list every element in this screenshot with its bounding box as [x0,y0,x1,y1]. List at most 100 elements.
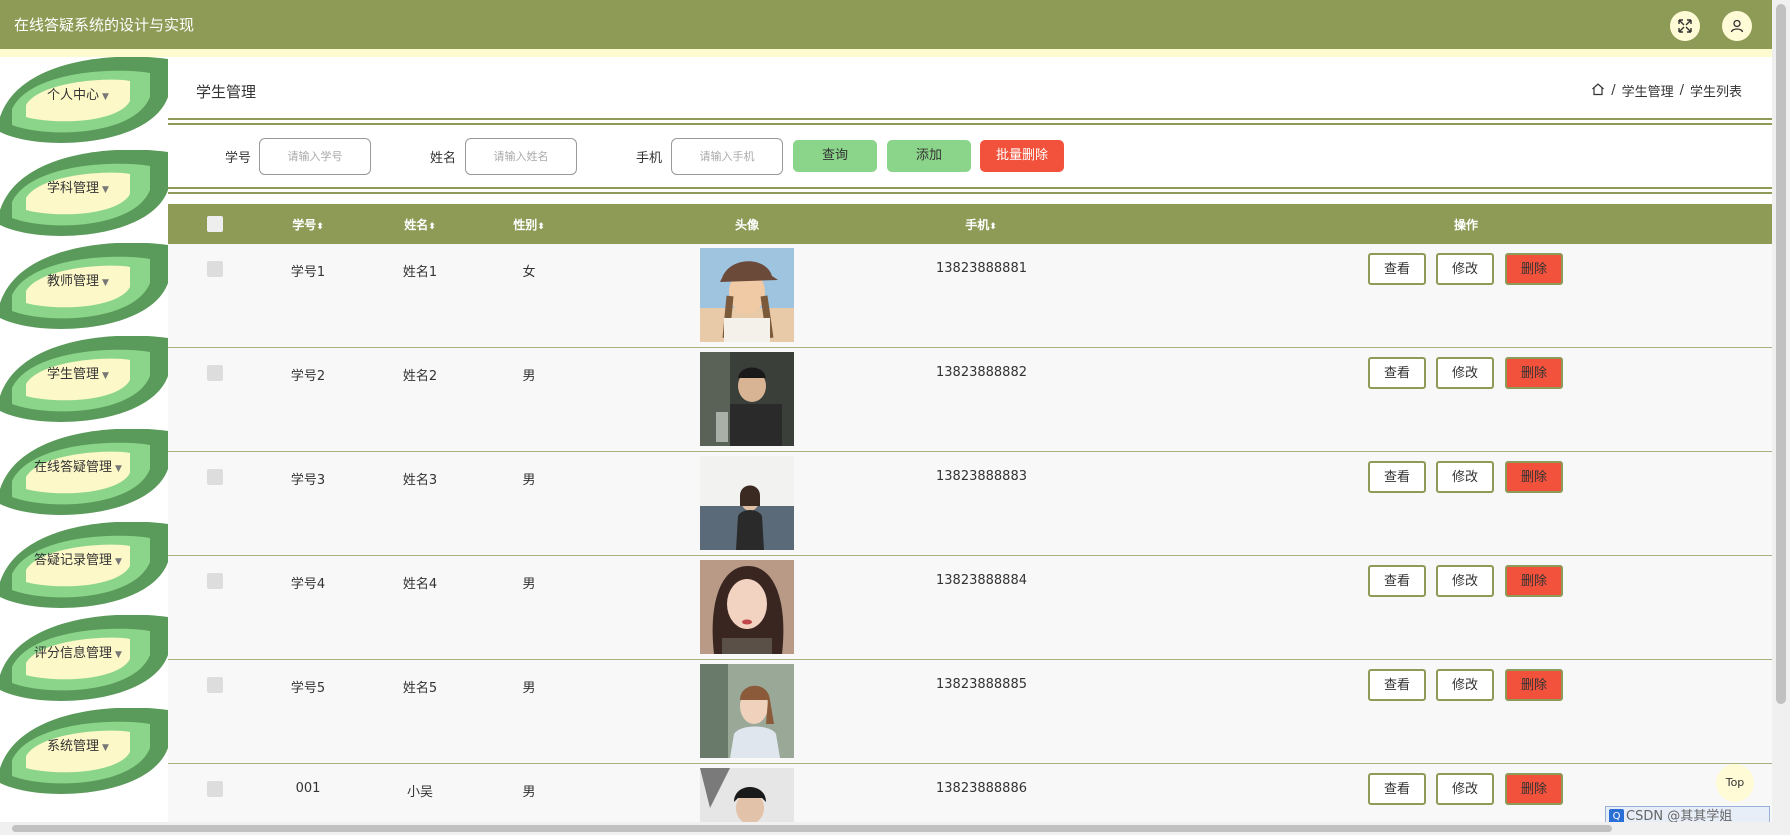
edit-button[interactable]: 修改 [1436,461,1494,493]
fullscreen-icon[interactable] [1670,11,1700,41]
cell-name: 姓名3 [402,473,438,488]
select-all-checkbox[interactable] [207,216,223,232]
sidebar-item-teacher[interactable]: 教师管理 ▼ [0,243,168,336]
cell-phone: 13823888883 [936,469,1027,484]
view-button[interactable]: 查看 [1368,773,1426,805]
avatar [700,664,794,758]
cell-gender: 女 [522,265,536,280]
column-avatar: 头像 [734,218,759,232]
cell-gender: 男 [522,369,536,384]
home-icon[interactable] [1591,82,1605,100]
row-checkbox[interactable] [207,469,223,485]
table-row: 学号4 姓名4 男 13823888884 查看 修改 删除 [168,556,1772,660]
avatar [700,352,794,446]
cell-name: 姓名4 [402,577,438,592]
sort-icon: ⬍ [537,222,545,232]
cell-name: 姓名5 [402,681,438,696]
back-to-top-button[interactable]: Top [1716,764,1754,802]
view-button[interactable]: 查看 [1368,565,1426,597]
breadcrumb-separator: / [1611,83,1616,98]
row-checkbox[interactable] [207,365,223,381]
student-no-input[interactable]: 请输入学号 [259,138,371,175]
avatar [700,560,794,654]
sidebar-item-subject[interactable]: 学科管理 ▼ [0,150,168,243]
view-button[interactable]: 查看 [1368,669,1426,701]
chevron-down-icon: ▼ [102,185,109,195]
chevron-down-icon: ▼ [102,371,109,381]
row-checkbox[interactable] [207,573,223,589]
cell-name: 姓名2 [402,369,438,384]
page-title: 学生管理 [196,83,257,101]
table-row: 学号5 姓名5 男 13823888885 查看 修改 删除 [168,660,1772,764]
cell-name: 小吴 [406,785,433,800]
delete-button[interactable]: 删除 [1505,773,1563,805]
edit-button[interactable]: 修改 [1436,357,1494,389]
sidebar-item-student[interactable]: 学生管理 ▼ [0,336,168,429]
cell-name: 姓名1 [402,265,438,280]
sidebar-item-personal-center[interactable]: 个人中心 ▼ [0,57,168,150]
delete-button[interactable]: 删除 [1505,669,1563,701]
row-checkbox[interactable] [207,781,223,797]
user-icon[interactable] [1722,11,1752,41]
column-phone[interactable]: 手机⬍ [936,216,1026,233]
view-button[interactable]: 查看 [1368,461,1426,493]
delete-button[interactable]: 删除 [1505,253,1563,285]
sidebar-item-label: 评分信息管理 [34,646,113,661]
divider [168,192,1772,194]
edit-button[interactable]: 修改 [1436,773,1494,805]
main-content: 学生管理 / 学生管理 / 学生列表 学号 请输入学号 姓名 请输入姓名 手机 … [168,57,1772,835]
breadcrumb-item-student-list: 学生列表 [1689,85,1742,100]
avatar [700,768,794,824]
column-name[interactable]: 姓名⬍ [382,216,458,233]
view-button[interactable]: 查看 [1368,253,1426,285]
name-input[interactable]: 请输入姓名 [465,138,577,175]
cell-student-no: 学号1 [290,265,326,280]
batch-delete-button[interactable]: 批量删除 [980,140,1064,172]
horizontal-scrollbar[interactable] [0,822,1772,835]
sidebar-item-system[interactable]: 系统管理 ▼ [0,708,168,801]
phone-input[interactable]: 请输入手机 [671,138,783,175]
header-strip [0,49,1772,57]
divider [168,123,1772,125]
column-student-no[interactable]: 学号⬍ [270,216,346,233]
cell-gender: 男 [522,785,536,800]
sidebar-item-online-qa[interactable]: 在线答疑管理 ▼ [0,429,168,522]
search-form: 学号 请输入学号 姓名 请输入姓名 手机 请输入手机 查询 添加 批量删除 [168,137,1772,177]
view-button[interactable]: 查看 [1368,357,1426,389]
table-row: 学号1 姓名1 女 13823888881 查看 修改 删除 [168,244,1772,348]
row-checkbox[interactable] [207,261,223,277]
chevron-down-icon: ▼ [102,92,109,102]
divider [168,118,1772,120]
divider [168,187,1772,189]
scrollbar-thumb[interactable] [12,825,1612,832]
column-gender[interactable]: 性别⬍ [491,216,567,233]
query-button[interactable]: 查询 [793,140,877,172]
sidebar-item-qa-records[interactable]: 答疑记录管理 ▼ [0,522,168,615]
breadcrumb-item-student-mgmt[interactable]: 学生管理 [1622,81,1674,100]
avatar [700,456,794,550]
app-title: 在线答疑系统的设计与实现 [14,16,195,34]
add-button[interactable]: 添加 [887,140,971,172]
edit-button[interactable]: 修改 [1436,253,1494,285]
sidebar-item-label: 在线答疑管理 [34,460,113,475]
delete-button[interactable]: 删除 [1505,357,1563,389]
page-header: 学生管理 / 学生管理 / 学生列表 [168,57,1772,120]
delete-button[interactable]: 删除 [1505,461,1563,493]
student-table: 学号⬍ 姓名⬍ 性别⬍ 头像 手机⬍ 操作 学号1 姓名1 女 13823888… [168,204,1772,835]
name-label: 姓名 [430,151,457,166]
avatar [700,248,794,342]
sidebar-item-label: 教师管理 [47,274,100,289]
cell-gender: 男 [522,577,536,592]
sort-icon: ⬍ [989,222,997,232]
edit-button[interactable]: 修改 [1436,565,1494,597]
edit-button[interactable]: 修改 [1436,669,1494,701]
chevron-down-icon: ▼ [115,557,122,567]
delete-button[interactable]: 删除 [1505,565,1563,597]
chevron-down-icon: ▼ [115,464,122,474]
table-header: 学号⬍ 姓名⬍ 性别⬍ 头像 手机⬍ 操作 [168,204,1772,244]
scrollbar-thumb[interactable] [1776,4,1786,704]
cell-gender: 男 [522,681,536,696]
row-checkbox[interactable] [207,677,223,693]
sidebar-item-ratings[interactable]: 评分信息管理 ▼ [0,615,168,708]
vertical-scrollbar[interactable] [1772,0,1790,835]
